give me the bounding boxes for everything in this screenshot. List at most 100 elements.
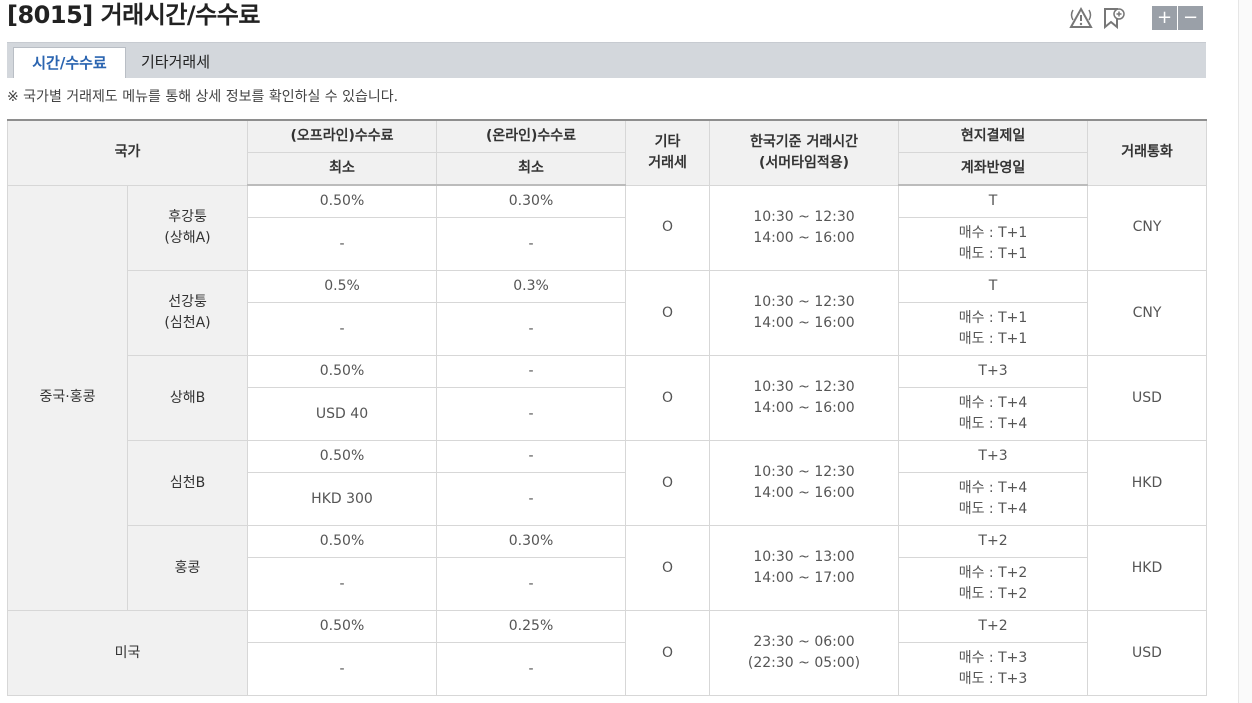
account-reflect-cell: 매수 : T+3 매도 : T+3	[898, 642, 1089, 696]
hours-line2: 14:00 ~ 16:00	[753, 315, 855, 331]
trading-hours-cell: 10:30 ~ 12:30 14:00 ~ 16:00	[709, 184, 900, 271]
hours-line1: 10:30 ~ 13:00	[753, 549, 855, 565]
header-other-tax: 기타거래세	[625, 119, 711, 186]
trading-hours-cell: 10:30 ~ 12:30 14:00 ~ 16:00	[709, 270, 900, 356]
account-reflect-cell: 매수 : T+2 매도 : T+2	[898, 557, 1089, 611]
group-usa: 미국	[6, 610, 249, 696]
vertical-scrollbar[interactable]	[1238, 0, 1252, 703]
hours-line1: 10:30 ~ 12:30	[753, 464, 855, 480]
market-name: 홍콩	[126, 525, 249, 611]
account-reflect-cell: 매수 : T+1 매도 : T+1	[898, 302, 1089, 356]
header-icons	[1068, 5, 1126, 31]
online-min-cell: -	[436, 217, 627, 271]
zoom-out-button[interactable]: −	[1178, 6, 1203, 30]
offline-fee-cell: 0.5%	[247, 270, 438, 303]
online-min-cell: -	[436, 642, 627, 696]
trading-hours-cell: 10:30 ~ 13:00 14:00 ~ 17:00	[709, 525, 900, 611]
currency-cell: CNY	[1087, 184, 1208, 271]
fee-table: 국가 (오프라인)수수료 (온라인)수수료 기타거래세 한국기준 거래시간 (서머…	[6, 119, 1208, 696]
account-reflect-cell: 매수 : T+1 매도 : T+1	[898, 217, 1089, 271]
other-tax-cell: O	[625, 525, 711, 611]
offline-fee-cell: 0.50%	[247, 184, 438, 218]
market-name: 상해B	[126, 355, 249, 441]
zoom-in-button[interactable]: +	[1152, 6, 1177, 30]
offline-min-cell: -	[247, 557, 438, 611]
table-row: 심천B 0.50% - O 10:30 ~ 12:30 14:00 ~ 16:00…	[8, 440, 1208, 526]
other-tax-cell: O	[625, 440, 711, 526]
online-fee-cell: 0.25%	[436, 610, 627, 643]
online-fee-cell: 0.30%	[436, 525, 627, 558]
group-china-hk: 중국·홍콩	[7, 184, 128, 611]
header-trading-hours-line1: 한국기준 거래시간	[750, 133, 858, 150]
table-row: 선강퉁 (심천A) 0.5% 0.3% O 10:30 ~ 12:30 14:00 …	[8, 270, 1208, 356]
trading-hours-cell: 10:30 ~ 12:30 14:00 ~ 16:00	[709, 440, 900, 526]
market-name-line2: (심천A)	[164, 315, 211, 331]
online-min-cell: -	[436, 302, 627, 356]
offline-min-cell: -	[247, 302, 438, 356]
hours-line1: 10:30 ~ 12:30	[753, 294, 855, 310]
hours-line2: (22:30 ~ 05:00)	[747, 655, 861, 671]
header-trading-hours: 한국기준 거래시간 (서머타임적용)	[709, 119, 900, 186]
online-fee-cell: -	[436, 440, 627, 473]
settlement-cell: T	[898, 184, 1089, 218]
table-row: 상해B 0.50% - O 10:30 ~ 12:30 14:00 ~ 16:00…	[8, 355, 1208, 441]
header-online-fee: (온라인)수수료	[436, 119, 627, 153]
sell-reflect: 매도 : T+2	[958, 586, 1028, 602]
offline-fee-cell: 0.50%	[247, 610, 438, 643]
warning-signal-icon[interactable]	[1068, 5, 1094, 31]
hours-line1: 10:30 ~ 12:30	[753, 208, 855, 225]
online-fee-cell: 0.30%	[436, 184, 627, 218]
market-name-line2: (상해A)	[164, 229, 211, 246]
notice-text: ※ 국가별 거래제도 메뉴를 통해 상세 정보를 확인하실 수 있습니다.	[7, 89, 399, 105]
header-other-tax-line2: 거래세	[648, 154, 687, 171]
header-offline-fee: (오프라인)수수료	[247, 119, 438, 153]
currency-cell: HKD	[1087, 525, 1208, 611]
table-row: 미국 0.50% 0.25% O 23:30 ~ 06:00 (22:30 ~ 0…	[6, 610, 1208, 696]
trading-hours-cell: 10:30 ~ 12:30 14:00 ~ 16:00	[709, 355, 900, 441]
hours-line2: 14:00 ~ 16:00	[753, 229, 855, 246]
hours-line1: 10:30 ~ 12:30	[753, 379, 855, 395]
account-reflect-cell: 매수 : T+4 매도 : T+4	[898, 472, 1089, 526]
buy-reflect: 매수 : T+4	[958, 395, 1028, 411]
header-account-reflect: 계좌반영일	[898, 152, 1089, 186]
online-min-cell: -	[436, 557, 627, 611]
offline-min-cell: USD 40	[247, 387, 438, 441]
bookmark-add-icon[interactable]	[1100, 5, 1126, 31]
other-tax-cell: O	[625, 355, 711, 441]
hours-line2: 14:00 ~ 16:00	[753, 400, 855, 416]
buy-reflect: 매수 : T+2	[958, 565, 1028, 581]
tab-time-fee[interactable]: 시간/수수료	[13, 47, 126, 78]
currency-cell: USD	[1087, 355, 1208, 441]
buy-reflect: 매수 : T+3	[958, 650, 1028, 666]
hours-line2: 14:00 ~ 17:00	[753, 570, 855, 586]
other-tax-cell: O	[625, 610, 711, 696]
tab-bar: 시간/수수료 기타거래세	[7, 42, 1206, 78]
offline-fee-cell: 0.50%	[247, 355, 438, 388]
header-country: 국가	[6, 119, 249, 186]
offline-min-cell: -	[247, 217, 438, 271]
trading-hours-cell: 23:30 ~ 06:00 (22:30 ~ 05:00)	[709, 610, 900, 696]
currency-cell: HKD	[1087, 440, 1208, 526]
buy-reflect: 매수 : T+1	[958, 225, 1028, 241]
settlement-cell: T+3	[898, 355, 1089, 388]
market-name-line1: 후강퉁	[168, 208, 207, 225]
currency-cell: USD	[1087, 610, 1208, 696]
sell-reflect: 매도 : T+3	[958, 671, 1028, 687]
online-min-cell: -	[436, 472, 627, 526]
currency-cell: CNY	[1087, 270, 1208, 356]
page-title: [8015] 거래시간/수수료	[7, 1, 260, 29]
table-row: 홍콩 0.50% 0.30% O 10:30 ~ 13:00 14:00 ~ 17…	[8, 525, 1208, 611]
table-row: 중국·홍콩 후강퉁 (상해A) 0.50% 0.30% O 10:30 ~ 12:…	[7, 184, 1208, 611]
online-min-cell: -	[436, 387, 627, 441]
tab-other-tax[interactable]: 기타거래세	[127, 47, 224, 78]
sell-reflect: 매도 : T+1	[958, 331, 1028, 347]
header-settlement: 현지결제일	[898, 119, 1089, 153]
offline-min-cell: -	[247, 642, 438, 696]
market-name: 선강퉁 (심천A)	[126, 270, 249, 356]
market-name-line1: 선강퉁	[168, 294, 207, 310]
settlement-cell: T+2	[898, 610, 1089, 643]
market-name: 심천B	[126, 440, 249, 526]
offline-fee-cell: 0.50%	[247, 440, 438, 473]
header-other-tax-line1: 기타	[654, 133, 681, 150]
offline-min-cell: HKD 300	[247, 472, 438, 526]
